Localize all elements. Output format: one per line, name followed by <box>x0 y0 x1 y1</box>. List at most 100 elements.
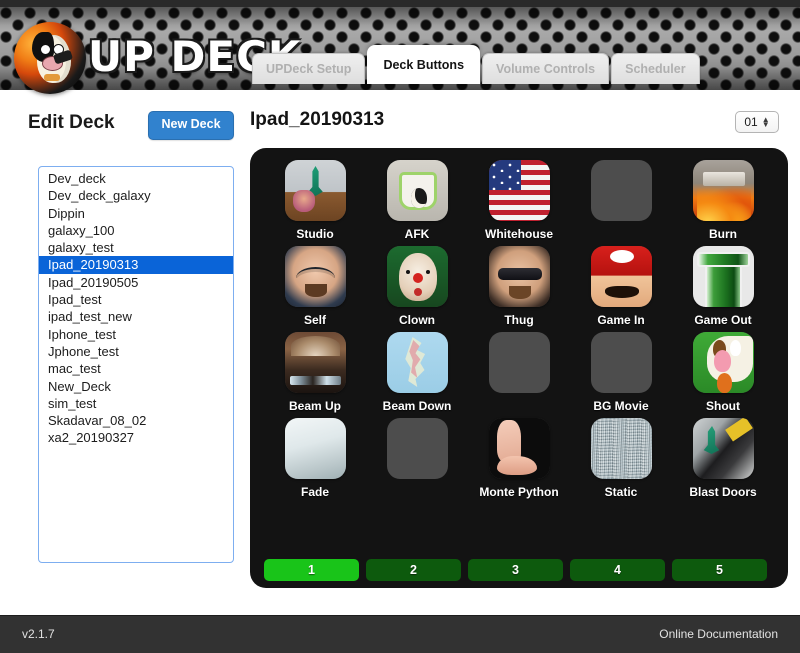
deck-button-icon <box>590 246 652 307</box>
deck-button-label: Fade <box>300 485 329 499</box>
stepper-arrows-icon[interactable]: ▲ ▼ <box>762 116 770 129</box>
deck-button[interactable]: Self <box>264 246 366 328</box>
deck-page-bar: 12345 <box>250 559 788 588</box>
list-item[interactable]: xa2_20190327 <box>39 429 233 446</box>
list-item[interactable]: New_Deck <box>39 378 233 395</box>
deck-button[interactable]: Beam Down <box>366 332 468 414</box>
deck-button[interactable]: Blast Doors <box>672 418 774 500</box>
deck-button[interactable]: Game Out <box>672 246 774 328</box>
deck-button[interactable]: Thug <box>468 246 570 328</box>
deck-button-empty-tile <box>488 332 550 393</box>
deck-button-icon <box>590 418 652 479</box>
logo-foot <box>44 74 60 81</box>
logo-circle <box>14 22 86 94</box>
deck-button-empty-tile <box>386 418 448 479</box>
list-item[interactable]: sim_test <box>39 395 233 412</box>
deck-button-label: Studio <box>296 227 334 241</box>
deck-button-icon <box>488 418 550 479</box>
deck-button-empty-tile <box>590 160 652 221</box>
deck-button[interactable]: Beam Up <box>264 332 366 414</box>
tab-scheduler[interactable]: Scheduler <box>611 53 700 84</box>
deck-page-button[interactable]: 5 <box>672 559 767 581</box>
deck-button[interactable]: Whitehouse <box>468 160 570 242</box>
deck-button-artwork <box>692 418 754 479</box>
deck-button-label: AFK <box>404 227 430 241</box>
deck-button-label: Shout <box>706 399 740 413</box>
deck-button-icon <box>488 160 550 221</box>
deck-page-slot: 2 <box>366 559 468 581</box>
deck-button-label: Monte Python <box>479 485 559 499</box>
deck-page-slot: 4 <box>570 559 672 581</box>
deck-button[interactable]: Studio <box>264 160 366 242</box>
deck-button-icon <box>692 246 754 307</box>
deck-button[interactable]: Static <box>570 418 672 500</box>
deck-button-artwork <box>488 246 550 307</box>
deck-buttons-panel: Studio AFK Whitehouse Burn Self Clown Thug Game… <box>250 148 788 588</box>
edit-deck-heading: Edit Deck <box>28 112 115 133</box>
deck-button-icon <box>692 160 754 221</box>
list-item[interactable]: ipad_test_new <box>39 308 233 325</box>
tab-volume-controls[interactable]: Volume Controls <box>482 53 610 84</box>
deck-button[interactable] <box>366 418 468 500</box>
deck-page-button[interactable]: 1 <box>264 559 359 581</box>
deck-page-slot: 5 <box>672 559 774 581</box>
deck-button[interactable]: Clown <box>366 246 468 328</box>
list-item[interactable]: Ipad_test <box>39 291 233 308</box>
deck-list[interactable]: Dev_deck Dev_deck_galaxy Dippin galaxy_100 g… <box>38 166 234 563</box>
list-item[interactable]: Dev_deck <box>39 170 233 187</box>
list-item[interactable]: mac_test <box>39 360 233 377</box>
status-bar: v2.1.7 Online Documentation <box>0 615 800 653</box>
deck-button[interactable]: Monte Python <box>468 418 570 500</box>
list-item[interactable]: Ipad_20190313 <box>39 256 233 274</box>
tab-deck-buttons[interactable]: Deck Buttons <box>367 45 481 84</box>
deck-button-label: Clown <box>399 313 435 327</box>
deck-button[interactable]: BG Movie <box>570 332 672 414</box>
deck-button-label: Self <box>303 313 326 327</box>
list-item[interactable]: galaxy_test <box>39 239 233 256</box>
deck-button-label: Beam Up <box>288 399 341 413</box>
tab-updeck-setup[interactable]: UPDeck Setup <box>252 53 366 84</box>
list-item[interactable]: Jphone_test <box>39 343 233 360</box>
new-deck-button[interactable]: New Deck <box>148 111 234 140</box>
version-label: v2.1.7 <box>22 627 55 641</box>
deck-button[interactable]: Game In <box>570 246 672 328</box>
deck-button-icon <box>692 418 754 479</box>
deck-button-artwork <box>590 418 652 479</box>
deck-button-label: Thug <box>504 313 534 327</box>
deck-page-button[interactable]: 4 <box>570 559 665 581</box>
updeck-window: UP DECK UPDeck Setup Deck Buttons Volume… <box>0 0 800 653</box>
window-top-edge <box>0 0 800 7</box>
list-item[interactable]: Dippin <box>39 205 233 222</box>
list-item[interactable]: galaxy_100 <box>39 222 233 239</box>
deck-button-icon <box>284 160 346 221</box>
deck-button-label: Game In <box>597 313 645 327</box>
list-item[interactable]: Ipad_20190505 <box>39 274 233 291</box>
updeck-penguin-logo-icon <box>14 22 86 94</box>
deck-button-artwork <box>692 332 754 393</box>
list-item[interactable]: Dev_deck_galaxy <box>39 187 233 204</box>
page-number-value: 01 <box>744 115 758 129</box>
deck-button-label: Blast Doors <box>689 485 757 499</box>
deck-button[interactable]: Fade <box>264 418 366 500</box>
deck-button-icon <box>488 246 550 307</box>
deck-button[interactable]: AFK <box>366 160 468 242</box>
deck-button-artwork <box>590 246 652 307</box>
page-number-select[interactable]: 01 ▲ ▼ <box>735 111 779 133</box>
tab-bar: UPDeck Setup Deck Buttons Volume Control… <box>252 45 700 84</box>
deck-button[interactable]: Burn <box>672 160 774 242</box>
deck-button-label: BG Movie <box>593 399 649 413</box>
deck-button[interactable] <box>468 332 570 414</box>
deck-button[interactable] <box>570 160 672 242</box>
deck-button[interactable]: Shout <box>672 332 774 414</box>
list-item[interactable]: Skadavar_08_02 <box>39 412 233 429</box>
deck-page-button[interactable]: 3 <box>468 559 563 581</box>
deck-button-icon <box>284 246 346 307</box>
online-documentation-link[interactable]: Online Documentation <box>659 627 778 641</box>
deck-button-artwork <box>386 332 448 393</box>
page-title: Ipad_20190313 <box>250 109 385 130</box>
list-item[interactable]: Iphone_test <box>39 326 233 343</box>
deck-button-artwork <box>284 418 346 479</box>
deck-button-artwork <box>284 246 346 307</box>
deck-page-button[interactable]: 2 <box>366 559 461 581</box>
deck-button-artwork <box>284 160 346 221</box>
